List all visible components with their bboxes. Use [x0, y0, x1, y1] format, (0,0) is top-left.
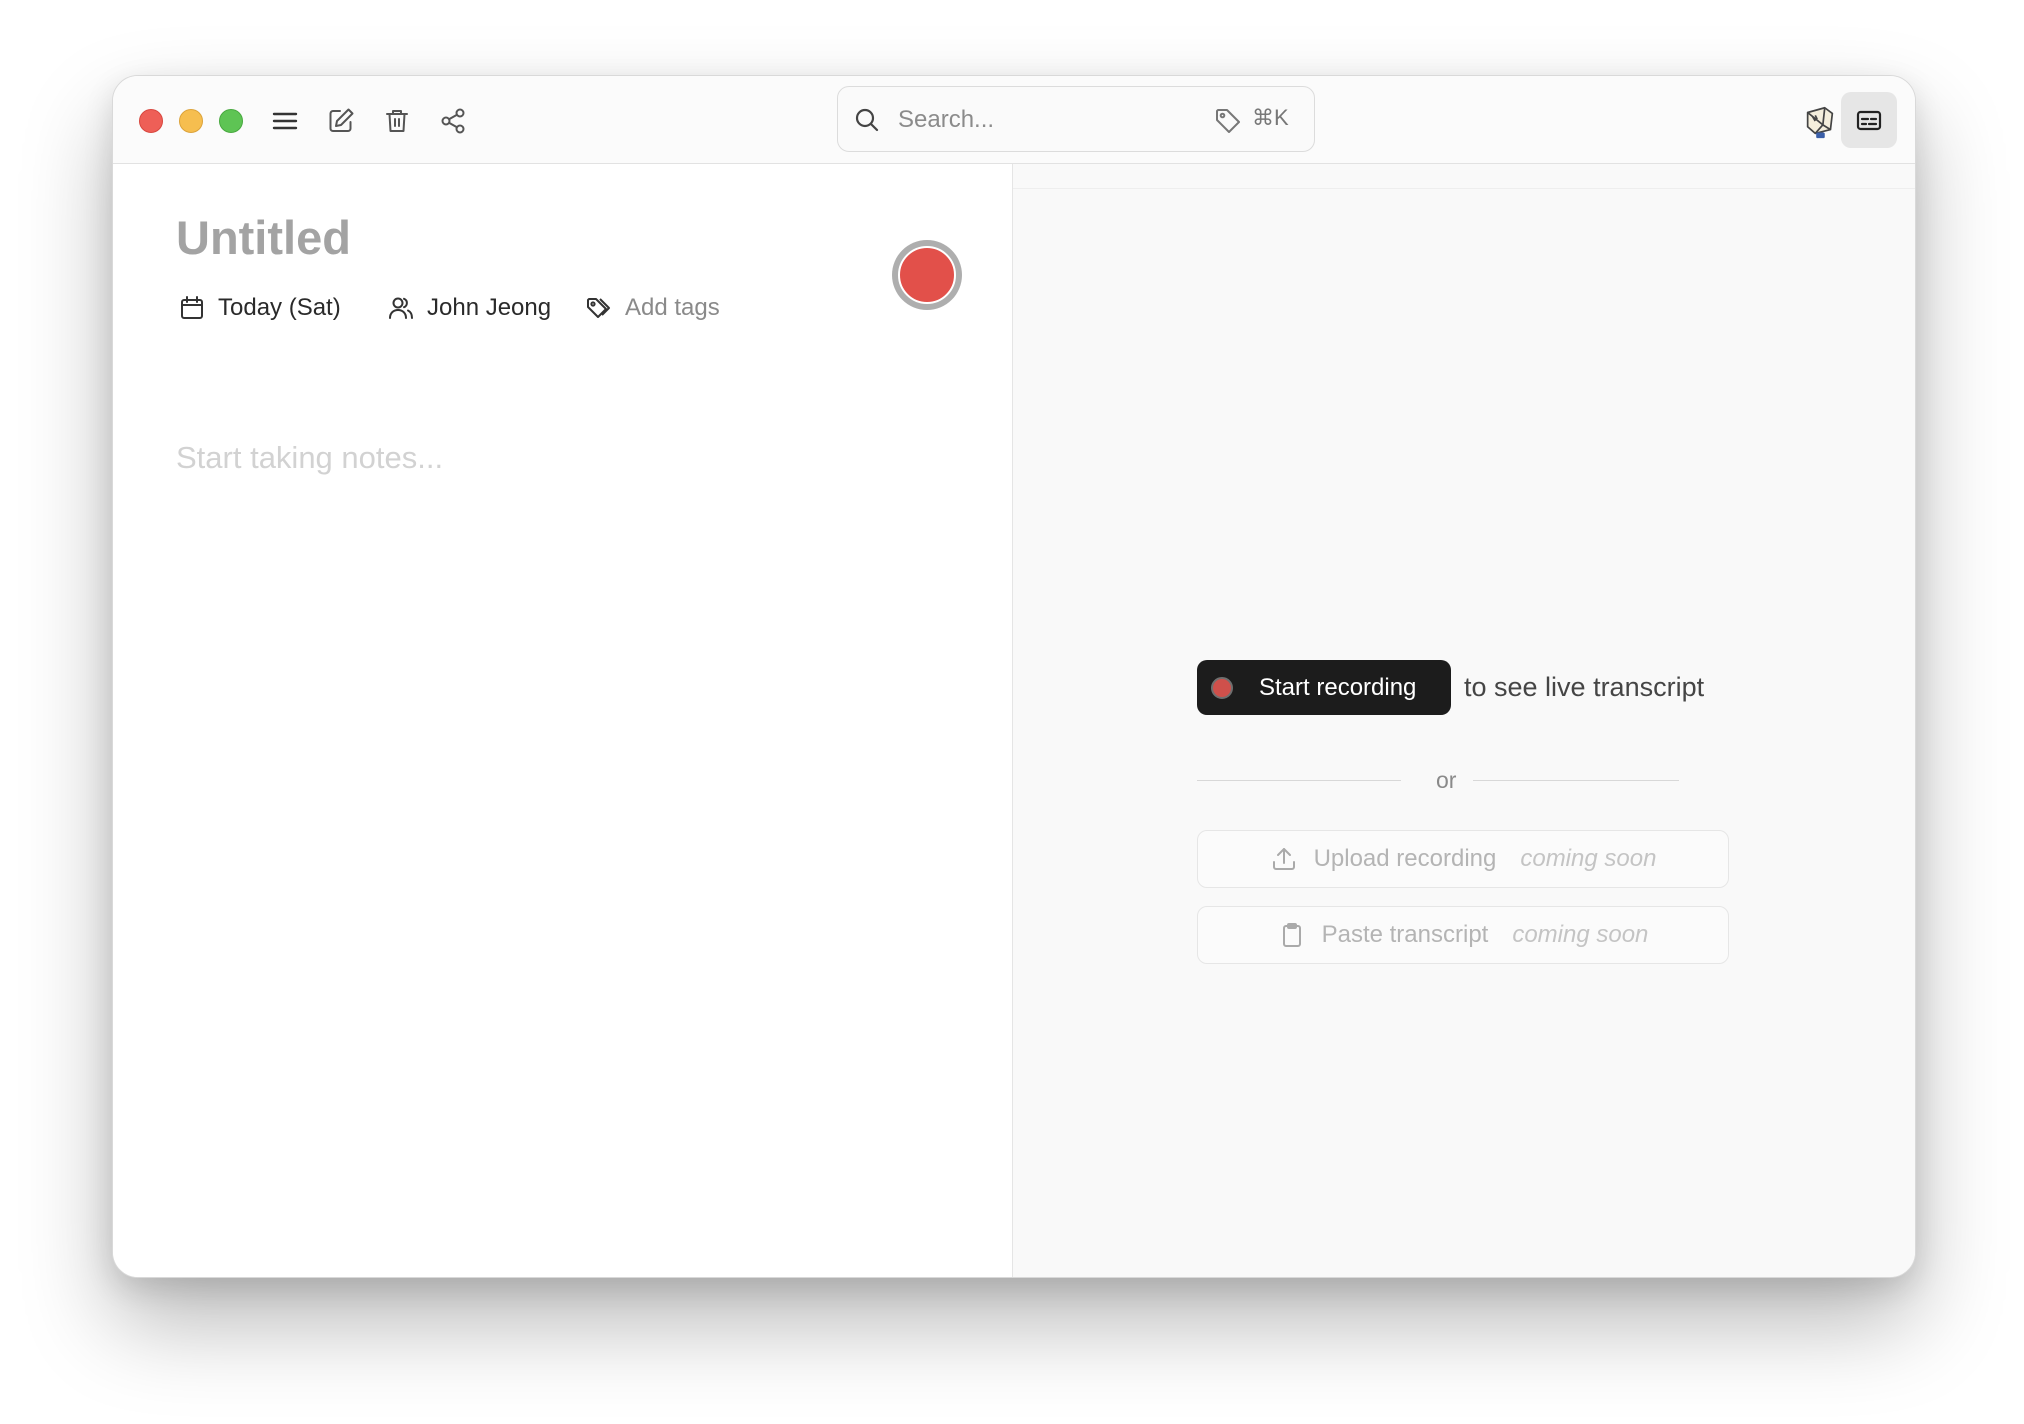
start-recording-label: Start recording: [1259, 673, 1417, 701]
pane-divider: [1013, 188, 1915, 189]
or-label: or: [1436, 767, 1457, 793]
calendar-icon: [181, 296, 203, 319]
people-icon: [389, 297, 413, 319]
upload-recording-label: Upload recording: [1313, 845, 1497, 872]
maximize-window-button[interactable]: [219, 109, 243, 133]
note-author-label: John Jeong: [427, 294, 552, 321]
upload-recording-button[interactable]: Upload recording coming soon: [1197, 830, 1729, 888]
upload-icon: [1272, 848, 1295, 870]
note-body-editor[interactable]: Start taking notes...: [176, 440, 443, 476]
paste-coming-soon: coming soon: [1512, 921, 1649, 948]
add-tags-label: Add tags: [625, 294, 720, 321]
minimize-window-button[interactable]: [179, 109, 203, 133]
add-tags-button[interactable]: Add tags: [585, 294, 720, 322]
title-bar: ⌘K: [113, 76, 1915, 164]
live-transcript-hint: to see live transcript: [1464, 672, 1705, 702]
hamburger-menu-icon[interactable]: [266, 102, 304, 140]
note-title[interactable]: Untitled: [176, 210, 351, 265]
record-dot-icon: [1211, 676, 1233, 699]
transcript-panel-toggle-icon[interactable]: [1841, 92, 1897, 148]
clipboard-icon: [1282, 923, 1301, 947]
trash-icon[interactable]: [378, 102, 416, 140]
search-icon: [855, 108, 879, 132]
or-divider-right: [1473, 780, 1679, 781]
app-window: ⌘K Untitled Today (Sat) John Jeong Add t…: [112, 75, 1916, 1278]
paste-transcript-label: Paste transcript: [1321, 921, 1489, 948]
search-input[interactable]: [896, 101, 1200, 139]
app-mascot-icon[interactable]: [1796, 98, 1844, 146]
record-dot-icon: [898, 246, 956, 304]
compose-icon[interactable]: [322, 102, 360, 140]
upload-coming-soon: coming soon: [1520, 845, 1657, 872]
note-participants[interactable]: John Jeong: [387, 294, 551, 322]
search-shortcut: ⌘K: [1252, 105, 1289, 130]
start-recording-button[interactable]: Start recording: [1197, 660, 1451, 715]
or-divider-left: [1197, 780, 1401, 781]
record-button[interactable]: [892, 240, 962, 310]
close-window-button[interactable]: [139, 109, 163, 133]
tag-filter-icon[interactable]: [1214, 107, 1242, 135]
share-icon[interactable]: [434, 102, 472, 140]
paste-transcript-button[interactable]: Paste transcript coming soon: [1197, 906, 1729, 964]
search-bar[interactable]: ⌘K: [837, 86, 1315, 152]
note-date-label: Today (Sat): [218, 294, 341, 321]
note-editor-pane: Untitled Today (Sat) John Jeong Add tags…: [113, 164, 1013, 1277]
tags-icon: [587, 298, 610, 318]
transcript-pane: Start recording to see live transcript o…: [1013, 164, 1915, 1277]
note-date[interactable]: Today (Sat): [178, 294, 341, 322]
